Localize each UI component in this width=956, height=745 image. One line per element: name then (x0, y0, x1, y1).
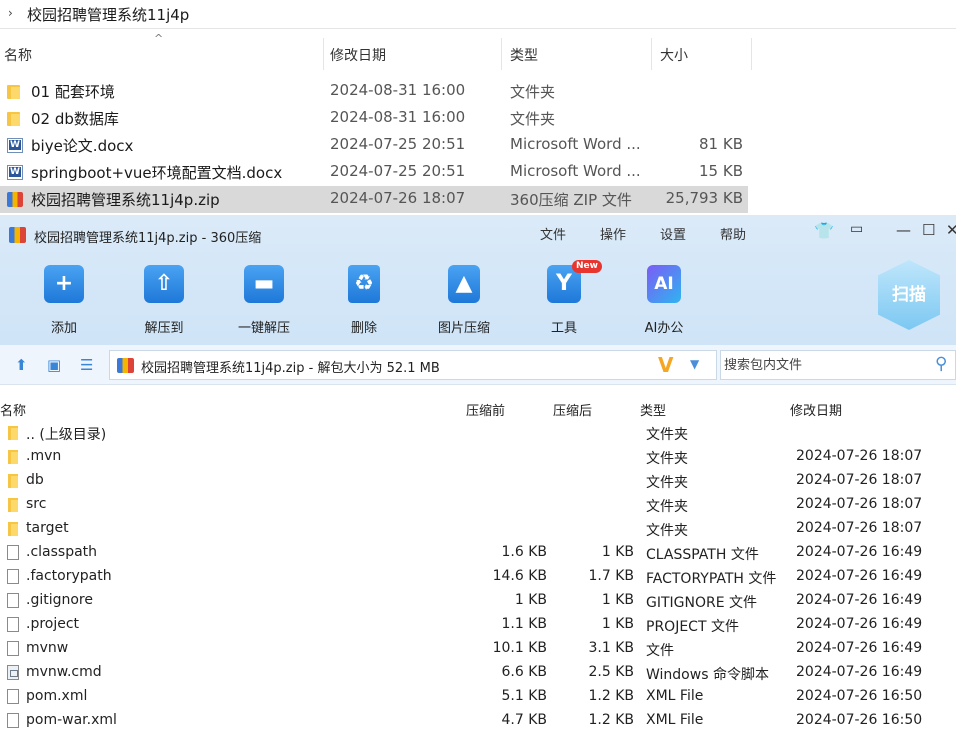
window-title: 校园招聘管理系统11j4p.zip - 360压缩 (34, 231, 262, 246)
one-click-extract-icon: ▬ (244, 265, 284, 303)
cmd-script-icon (7, 665, 19, 680)
one-click-extract-button[interactable]: ▬ 一键解压 (224, 265, 304, 343)
close-button[interactable]: ✕ (946, 221, 956, 239)
thumbnail-view-icon[interactable]: ▣ (47, 356, 61, 374)
explorer-row[interactable]: 01 配套环境 2024-08-31 16:00 文件夹 (0, 78, 748, 105)
list-item[interactable]: .project 1.1 KB 1 KB PROJECT 文件 2024-07-… (0, 613, 956, 637)
navigation-bar: ⬆ ▣ ☰ 校园招聘管理系统11j4p.zip - 解包大小为 52.1 MB … (0, 345, 956, 385)
file-icon (7, 641, 19, 656)
column-original-size[interactable]: 压缩前 (466, 400, 505, 419)
column-name[interactable]: 名称 (0, 400, 26, 419)
menu-help[interactable]: 帮助 (720, 224, 746, 243)
list-item[interactable]: .classpath 1.6 KB 1 KB CLASSPATH 文件 2024… (0, 541, 956, 565)
explorer-column-header: ^ 名称 修改日期 类型 大小 (0, 32, 956, 70)
folder-icon (7, 425, 19, 440)
column-size[interactable]: 大小 (656, 38, 752, 70)
folder-icon (7, 111, 23, 126)
explorer-path: 校园招聘管理系统11j4p (27, 6, 190, 24)
search-icon[interactable]: ⚲ (935, 354, 947, 374)
chevron-right-icon[interactable]: › (8, 6, 13, 20)
list-item[interactable]: mvnw.cmd 6.6 KB 2.5 KB Windows 命令脚本 2024… (0, 661, 956, 685)
image-compress-button[interactable]: ▲ 图片压缩 (424, 265, 504, 343)
list-item[interactable]: .factorypath 14.6 KB 1.7 KB FACTORYPATH … (0, 565, 956, 589)
explorer-row[interactable]: springboot+vue环境配置文档.docx 2024-07-25 20:… (0, 159, 748, 186)
scan-button[interactable]: 扫描 (878, 260, 940, 330)
column-type[interactable]: 类型 (640, 400, 666, 419)
search-box[interactable]: ⚲ (720, 350, 956, 380)
column-date[interactable]: 修改日期 (326, 38, 502, 70)
zip-archive-icon (117, 358, 134, 373)
menu-file[interactable]: 文件 (540, 224, 566, 243)
explorer-address-bar[interactable]: › 校园招聘管理系统11j4p (0, 0, 956, 29)
column-compressed-size[interactable]: 压缩后 (553, 400, 592, 419)
main-toolbar: + 添加 ⇧ 解压到 ▬ 一键解压 ♻ 删除 ▲ 图片压缩 Y New 工具 A… (0, 257, 956, 345)
list-item[interactable]: .mvn 文件夹 2024-07-26 18:07 (0, 445, 956, 469)
folder-icon (7, 84, 23, 99)
file-icon (7, 689, 19, 704)
ai-office-button[interactable]: AI AI办公 (624, 265, 704, 343)
add-button[interactable]: + 添加 (24, 265, 104, 343)
file-icon (7, 593, 19, 608)
column-modified-date[interactable]: 修改日期 (790, 400, 842, 419)
maximize-button[interactable]: ☐ (922, 221, 935, 239)
v-logo-icon[interactable]: V (658, 353, 673, 377)
up-arrow-icon[interactable]: ⬆ (15, 356, 28, 374)
explorer-row[interactable]: biye论文.docx 2024-07-25 20:51 Microsoft W… (0, 132, 748, 159)
folder-icon (7, 449, 19, 464)
file-icon (7, 617, 19, 632)
list-item[interactable]: src 文件夹 2024-07-26 18:07 (0, 493, 956, 517)
explorer-row-selected[interactable]: 校园招聘管理系统11j4p.zip 2024-07-26 18:07 360压缩… (0, 186, 748, 213)
ai-icon: AI (647, 265, 681, 303)
folder-icon (7, 497, 19, 512)
list-item[interactable]: db 文件夹 2024-07-26 18:07 (0, 469, 956, 493)
menu-settings[interactable]: 设置 (660, 224, 686, 243)
file-list-header: 名称 压缩前 压缩后 类型 修改日期 (0, 396, 956, 420)
add-file-icon: + (44, 265, 84, 303)
list-item[interactable]: .gitignore 1 KB 1 KB GITIGNORE 文件 2024-0… (0, 589, 956, 613)
column-name[interactable]: 名称 (0, 38, 324, 70)
folder-icon (7, 521, 19, 536)
archive-path-box[interactable]: 校园招聘管理系统11j4p.zip - 解包大小为 52.1 MB V ▼ (109, 350, 717, 380)
zip-archive-icon (7, 192, 23, 207)
minimize-button[interactable]: — (896, 221, 911, 239)
feedback-icon[interactable]: ▭ (850, 221, 863, 237)
image-compress-icon: ▲ (448, 265, 480, 303)
file-icon (7, 569, 19, 584)
delete-button[interactable]: ♻ 删除 (324, 265, 404, 343)
word-doc-icon (7, 138, 23, 153)
list-item[interactable]: pom.xml 5.1 KB 1.2 KB XML File 2024-07-2… (0, 685, 956, 709)
word-doc-icon (7, 165, 23, 180)
file-icon (7, 713, 19, 728)
new-badge: New (572, 260, 602, 273)
extract-to-button[interactable]: ⇧ 解压到 (124, 265, 204, 343)
archive-path-text: 校园招聘管理系统11j4p.zip - 解包大小为 52.1 MB (141, 361, 440, 376)
search-input[interactable] (724, 355, 924, 375)
zip-window: 校园招聘管理系统11j4p.zip - 360压缩 文件 操作 设置 帮助 👕 … (0, 215, 956, 745)
column-type[interactable]: 类型 (506, 38, 652, 70)
file-icon (7, 545, 19, 560)
explorer-row[interactable]: 02 db数据库 2024-08-31 16:00 文件夹 (0, 105, 748, 132)
extract-folder-icon: ⇧ (144, 265, 184, 303)
skin-shirt-icon[interactable]: 👕 (814, 221, 834, 240)
chevron-down-icon[interactable]: ▼ (690, 357, 699, 371)
app-logo-icon (9, 227, 26, 243)
list-item[interactable]: target 文件夹 2024-07-26 18:07 (0, 517, 956, 541)
list-item[interactable]: .. (上级目录) 文件夹 (0, 421, 956, 445)
list-item[interactable]: mvnw 10.1 KB 3.1 KB 文件 2024-07-26 16:49 (0, 637, 956, 661)
list-view-icon[interactable]: ☰ (80, 356, 93, 374)
folder-icon (7, 473, 19, 488)
tools-button[interactable]: Y New 工具 (524, 260, 604, 343)
menu-operate[interactable]: 操作 (600, 224, 626, 243)
title-bar[interactable]: 校园招聘管理系统11j4p.zip - 360压缩 文件 操作 设置 帮助 👕 … (0, 215, 956, 257)
recycle-bin-icon: ♻ (348, 265, 380, 303)
list-item[interactable]: pom-war.xml 4.7 KB 1.2 KB XML File 2024-… (0, 709, 956, 733)
